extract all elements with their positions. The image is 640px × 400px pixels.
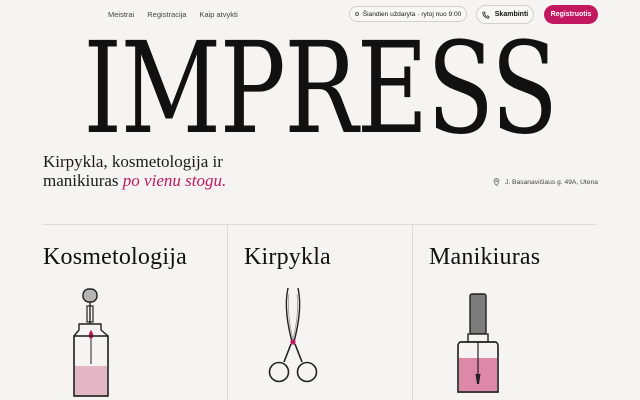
tagline-line-1: Kirpykla, kosmetologija ir — [43, 152, 223, 171]
category-title-kosmetologija[interactable]: Kosmetologija — [43, 244, 187, 271]
section-divider — [43, 224, 596, 225]
map-pin-icon — [493, 178, 500, 186]
serum-bottle-icon — [73, 288, 109, 397]
scissors-icon — [268, 287, 318, 383]
address-text: J. Basanavičiaus g. 49A, Utena — [505, 178, 598, 186]
category-title-kirpykla[interactable]: Kirpykla — [244, 244, 331, 271]
tagline-accent: po vienu stogu. — [122, 171, 227, 190]
address[interactable]: J. Basanavičiaus g. 49A, Utena — [493, 178, 598, 186]
column-divider — [227, 224, 228, 400]
nail-polish-icon — [457, 293, 499, 393]
brand-logo: IMPRESS — [83, 15, 558, 162]
register-button-label: Registruotis — [550, 11, 592, 18]
tagline-line-2: manikiuras — [43, 171, 119, 190]
category-title-manikiuras[interactable]: Manikiuras — [429, 244, 540, 271]
column-divider — [412, 224, 413, 400]
hero-tagline: Kirpykla, kosmetologija ir manikiuras po… — [43, 152, 226, 190]
